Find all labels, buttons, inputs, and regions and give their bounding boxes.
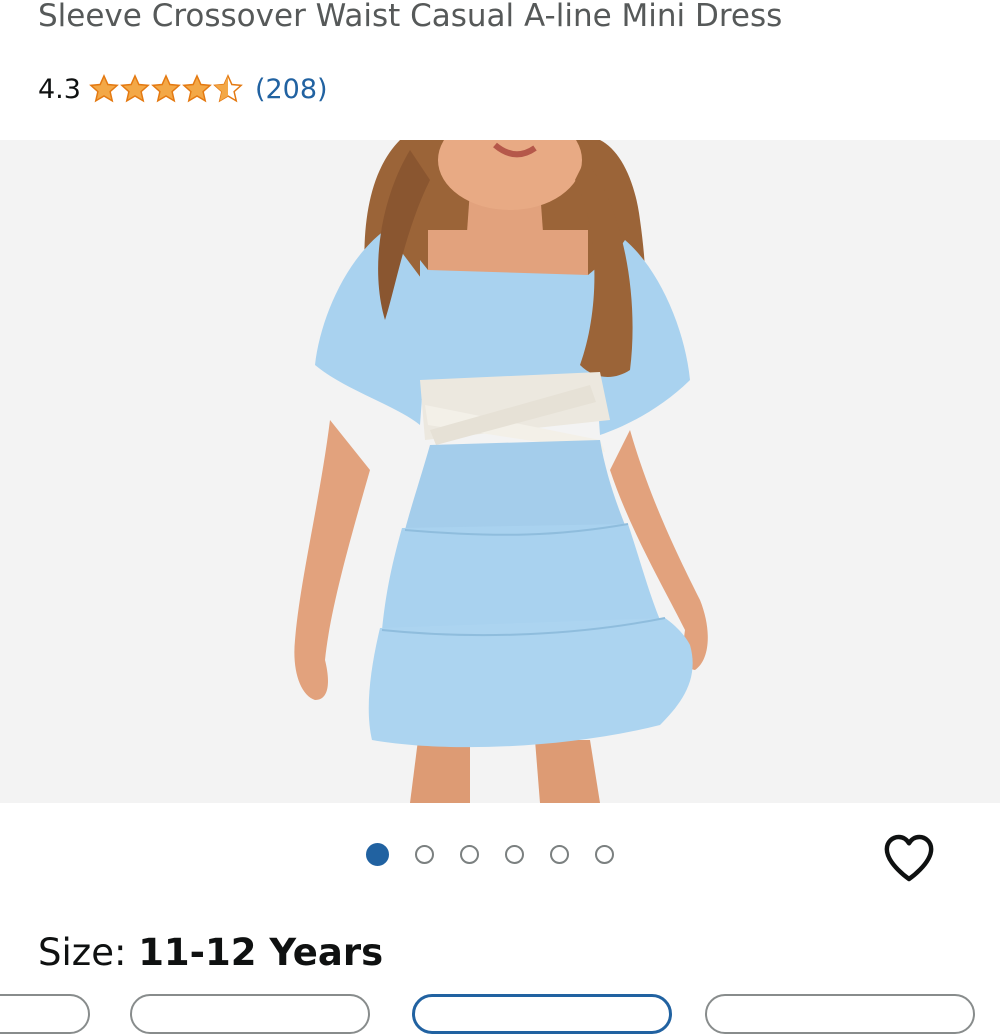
size-option[interactable] [130, 994, 370, 1034]
star-icon [120, 74, 150, 103]
size-value: 11-12 Years [138, 931, 384, 974]
product-image[interactable] [0, 140, 1000, 803]
carousel-dot[interactable] [460, 845, 479, 864]
product-photo [294, 140, 708, 803]
carousel-dot-active[interactable] [366, 843, 389, 866]
size-option-selected[interactable] [412, 994, 672, 1034]
carousel-dots [366, 843, 614, 866]
rating-count-link[interactable]: (208) [255, 74, 328, 105]
carousel-dot[interactable] [415, 845, 434, 864]
size-selection: Size: 11-12 Years [38, 928, 383, 978]
size-options [0, 994, 1000, 1034]
star-icon [151, 74, 181, 103]
size-option[interactable] [705, 994, 975, 1034]
rating-value: 4.3 [38, 73, 81, 105]
rating-row[interactable]: 4.3 (208) [38, 66, 328, 112]
star-rating [89, 74, 243, 104]
heart-icon[interactable] [881, 830, 937, 886]
carousel-dot[interactable] [550, 845, 569, 864]
size-option[interactable] [0, 994, 90, 1034]
half-star-icon [213, 74, 243, 103]
star-icon [89, 74, 119, 103]
size-label: Size: [38, 931, 139, 974]
star-icon [182, 74, 212, 103]
carousel-dot[interactable] [505, 845, 524, 864]
product-title: Sleeve Crossover Waist Casual A-line Min… [38, 0, 783, 34]
carousel-dot[interactable] [595, 845, 614, 864]
